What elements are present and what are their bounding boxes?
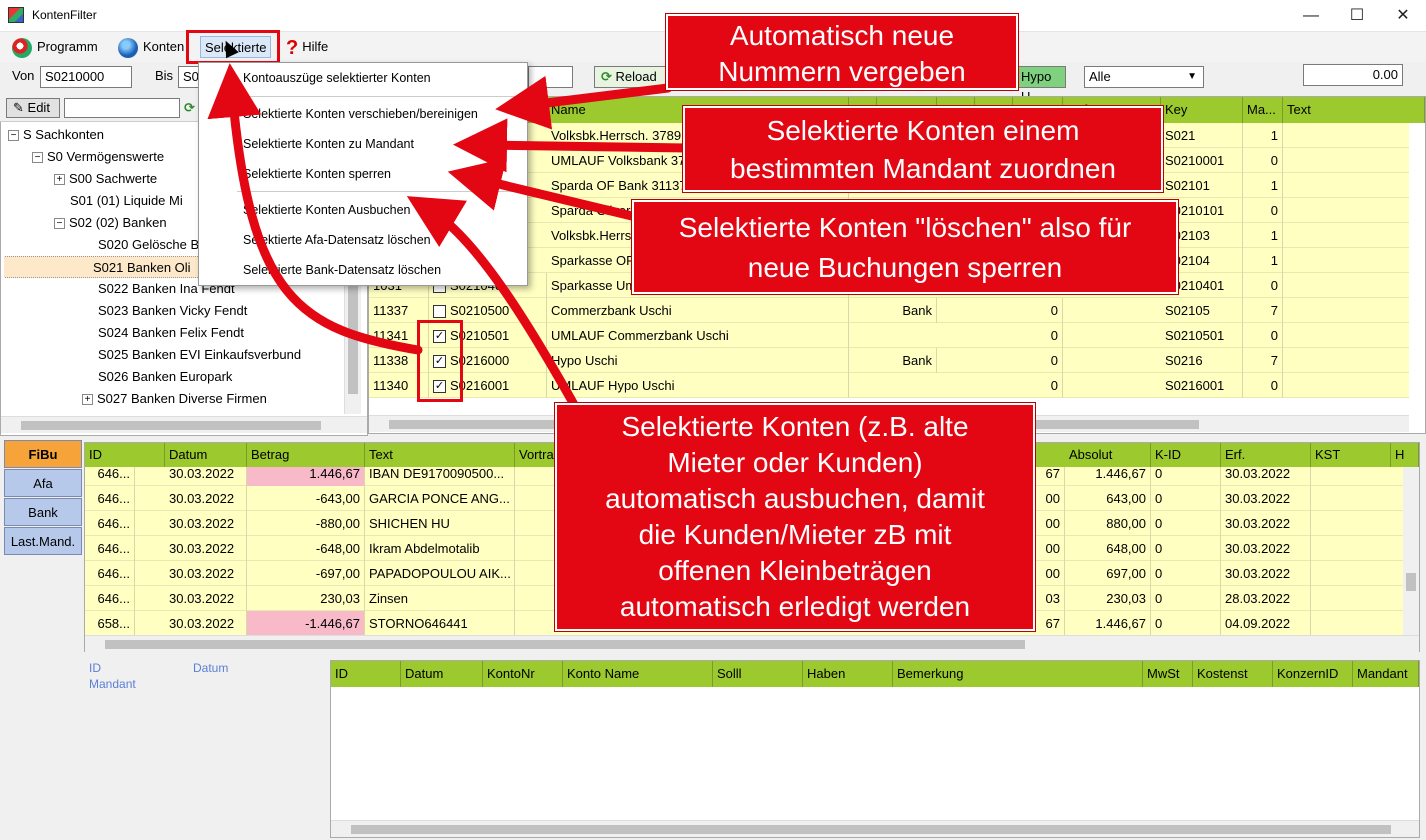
callout-ausbuchen: Selektierte Konten (z.B. alte Mieter ode… [555, 403, 1035, 631]
callout-neue-nummern: Automatisch neue Nummern vergeben [666, 14, 1018, 90]
arrow-sperren [447, 158, 645, 223]
arrow-mandant [453, 118, 693, 173]
arrow-neue-nummern [495, 75, 673, 130]
callout-mandant: Selektierte Konten einem bestimmten Mand… [683, 106, 1163, 192]
callout-sperren: Selektierte Konten "löschen" also für ne… [632, 200, 1178, 294]
arrow-checkbox-to-menu [207, 63, 423, 355]
